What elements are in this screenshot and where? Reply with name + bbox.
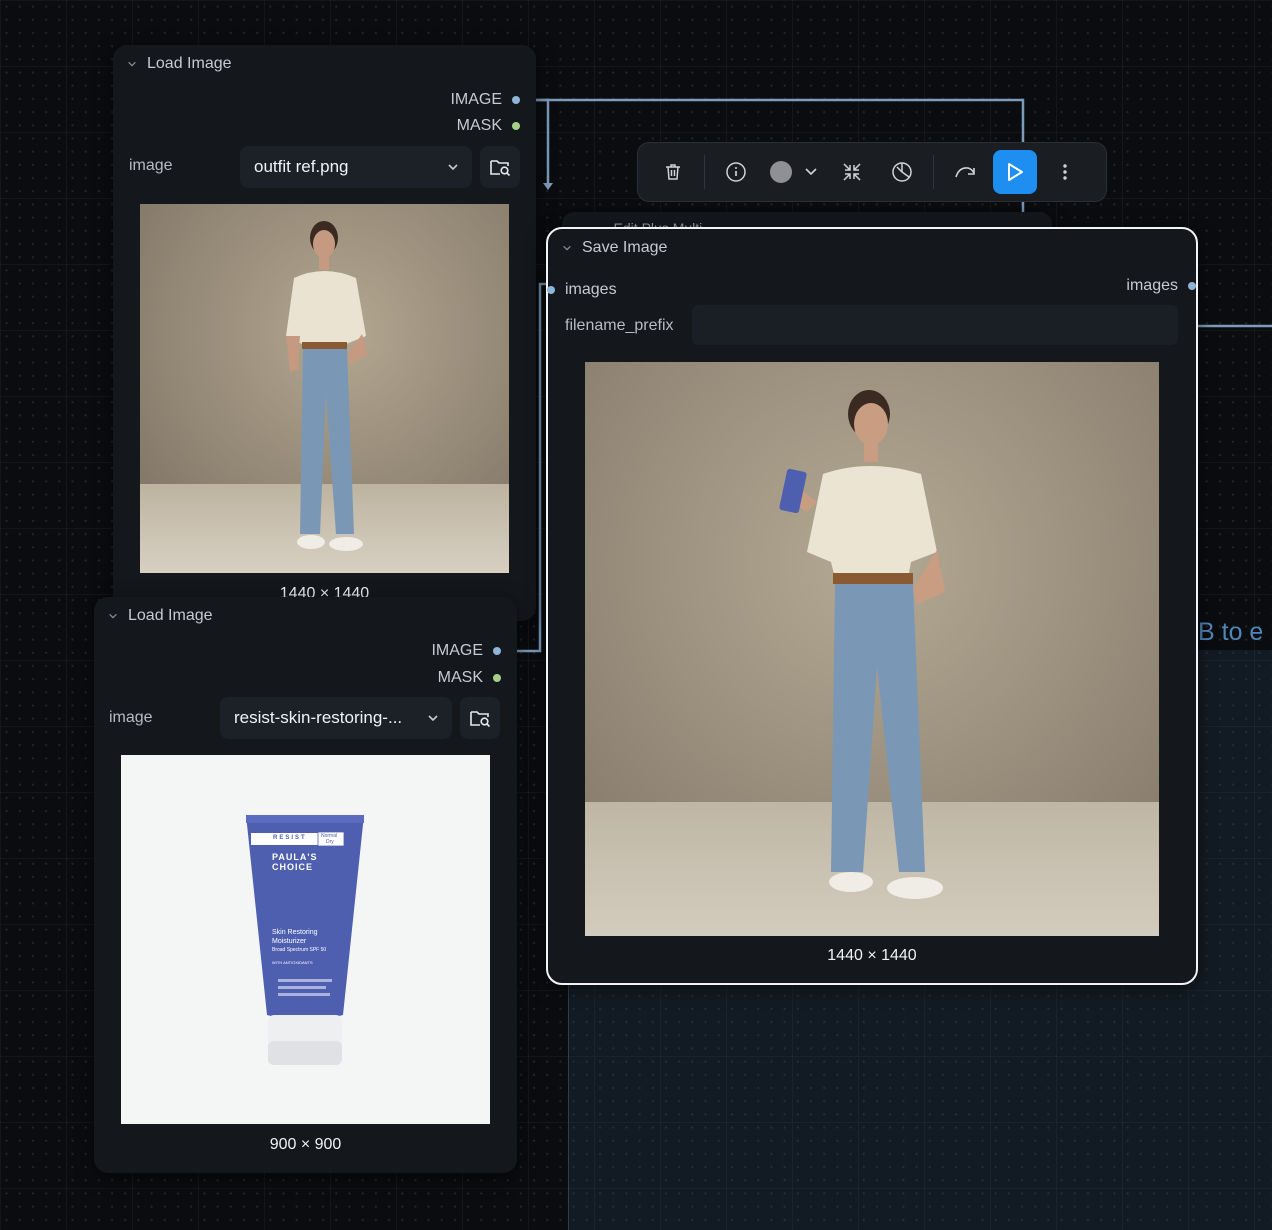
upload-folder-button[interactable] <box>460 697 500 739</box>
collapse-button[interactable] <box>830 150 874 194</box>
input-images[interactable]: images <box>547 281 617 299</box>
folder-search-icon <box>490 160 511 177</box>
output-label: images <box>1126 277 1178 294</box>
collapse-icon <box>843 163 861 181</box>
output-image[interactable]: IMAGE <box>431 642 501 660</box>
output-label: IMAGE <box>431 642 483 659</box>
filename-prefix-input[interactable] <box>692 305 1178 345</box>
output-mask[interactable]: MASK <box>457 117 520 135</box>
person-with-product-photo <box>585 362 1159 936</box>
toolbar-separator <box>933 155 934 189</box>
output-label: IMAGE <box>450 91 502 108</box>
chevron-down-icon <box>448 164 458 171</box>
widget-label: filename_prefix <box>565 317 674 334</box>
run-icon <box>1008 163 1023 181</box>
input-label: images <box>565 281 617 298</box>
node-header[interactable]: Save Image <box>548 229 1196 267</box>
node-title: Load Image <box>147 55 232 72</box>
upload-folder-button[interactable] <box>480 146 520 188</box>
output-images[interactable]: images <box>1126 277 1196 295</box>
output-slot-dot[interactable] <box>512 122 520 130</box>
bypass-icon <box>892 162 912 182</box>
product-series: RESIST <box>273 835 307 841</box>
output-image[interactable]: IMAGE <box>450 91 520 109</box>
color-icon <box>770 161 817 183</box>
product-brand-1: PAULA'S <box>272 852 318 862</box>
image-select-value: resist-skin-restoring-... <box>234 708 403 727</box>
redo-button[interactable] <box>943 150 987 194</box>
more-button[interactable] <box>1043 150 1087 194</box>
collapse-chevron-icon[interactable] <box>108 611 118 621</box>
chevron-down-icon <box>428 715 438 722</box>
output-image-preview <box>585 362 1159 936</box>
person-photo <box>140 204 509 573</box>
output-slot-dot[interactable] <box>493 674 501 682</box>
product-name-2: Moisturizer <box>272 938 307 945</box>
widget-label: image <box>109 709 153 726</box>
product-badge: WITH ANTIOXIDANTS <box>272 960 313 965</box>
widget-label: image <box>129 157 173 174</box>
run-button[interactable] <box>993 150 1037 194</box>
node-title: Save Image <box>582 239 668 256</box>
collapse-chevron-icon[interactable] <box>562 243 572 253</box>
product-brand-2: CHOICE <box>272 862 314 872</box>
product-tag-2: Dry <box>326 839 334 845</box>
input-slot-dot[interactable] <box>547 286 555 294</box>
output-slot-dot[interactable] <box>512 96 520 104</box>
trash-icon <box>666 164 680 180</box>
selection-toolbar <box>637 142 1107 202</box>
image-select[interactable]: resist-skin-restoring-... <box>220 697 452 739</box>
image-preview: RESIST Normal Dry PAULA'S CHOICE Skin Re… <box>121 755 490 1124</box>
output-slot-dot[interactable] <box>1188 282 1196 290</box>
save-image-node[interactable]: Save Image images images filename_prefix <box>546 227 1198 985</box>
image-select-value: outfit ref.png <box>254 157 349 176</box>
bypass-button[interactable] <box>880 150 924 194</box>
output-label: MASK <box>456 117 502 134</box>
output-mask[interactable]: MASK <box>438 669 501 687</box>
node-header[interactable]: Load Image <box>113 45 536 83</box>
info-icon <box>726 162 746 182</box>
product-name-1: Skin Restoring <box>272 929 318 936</box>
color-picker-button[interactable] <box>764 150 824 194</box>
redo-icon <box>955 167 975 178</box>
image-preview <box>140 204 509 573</box>
toolbar-separator <box>704 155 705 189</box>
load-image-node-1[interactable]: Load Image IMAGE MASK image outfit ref.p… <box>113 45 536 621</box>
info-button[interactable] <box>714 150 758 194</box>
folder-search-icon <box>470 711 491 728</box>
image-dimensions: 900 × 900 <box>269 1136 342 1153</box>
node-title: Load Image <box>128 607 213 624</box>
output-slot-dot[interactable] <box>493 647 501 655</box>
load-image-node-2[interactable]: Load Image IMAGE MASK image resist-skin-… <box>94 597 517 1173</box>
more-icon <box>1063 164 1067 180</box>
collapse-chevron-icon[interactable] <box>127 59 137 69</box>
image-select[interactable]: outfit ref.png <box>240 146 472 188</box>
output-label: MASK <box>437 669 483 686</box>
image-dimensions: 1440 × 1440 <box>827 947 917 964</box>
node-header[interactable]: Load Image <box>94 597 517 635</box>
delete-button[interactable] <box>651 150 695 194</box>
product-spf: Broad Spectrum SPF 50 <box>272 947 327 953</box>
